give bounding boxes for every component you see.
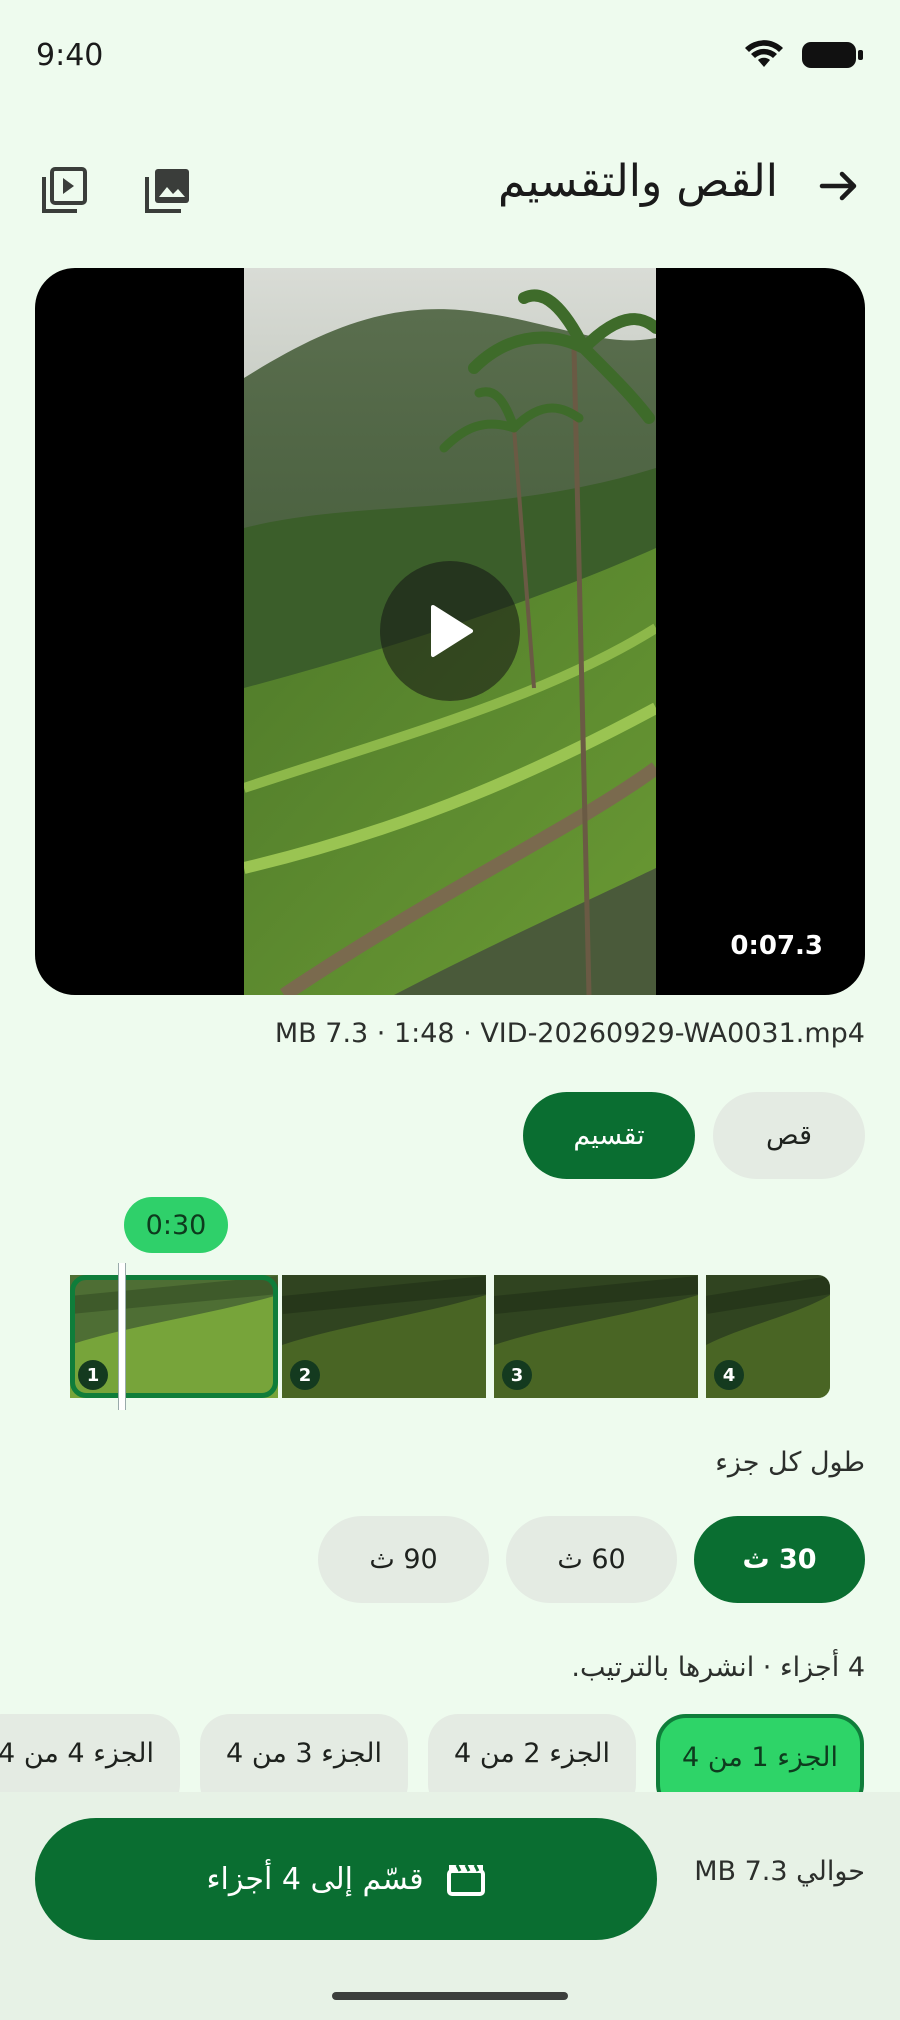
- play-icon: [431, 605, 473, 657]
- length-option-90[interactable]: 90 ث: [318, 1516, 489, 1603]
- timeline-segment[interactable]: 2: [282, 1275, 486, 1398]
- back-arrow-icon[interactable]: [812, 160, 864, 212]
- video-preview[interactable]: 0:07.3: [35, 268, 865, 995]
- part-chip-3[interactable]: الجزء 3 من 4: [200, 1714, 408, 1794]
- timeline-segment[interactable]: 3: [494, 1275, 698, 1398]
- length-option-60[interactable]: 60 ث: [506, 1516, 677, 1603]
- segment-number: 2: [290, 1360, 320, 1390]
- clapperboard-icon: [446, 1864, 485, 1896]
- playhead-time-tooltip: 0:30: [124, 1197, 228, 1253]
- gallery-icon[interactable]: [138, 160, 198, 220]
- parts-summary: 4 أجزاء · انشرها بالترتيب.: [571, 1652, 865, 1683]
- page-title: القص والتقسيم: [497, 156, 778, 207]
- part-chips-row[interactable]: الجزء 1 من 4 الجزء 2 من 4 الجزء 3 من 4 ا…: [0, 1714, 900, 1794]
- tab-trim[interactable]: قص: [713, 1092, 865, 1179]
- part-chip-1[interactable]: الجزء 1 من 4: [656, 1714, 864, 1794]
- tab-split[interactable]: تقسيم: [523, 1092, 695, 1179]
- timeline-segment[interactable]: 1: [70, 1275, 278, 1398]
- segment-number: 4: [714, 1360, 744, 1390]
- size-estimate: حوالي MB 7.3: [694, 1856, 865, 1887]
- timeline-segment[interactable]: 4: [706, 1275, 830, 1398]
- file-meta: MB 7.3 · 1:48 · VID-20260929-WA0031.mp4: [274, 1018, 865, 1049]
- battery-icon: [802, 42, 863, 68]
- video-library-icon[interactable]: [34, 160, 94, 220]
- bottom-action-bar: قسّم إلى 4 أجزاء حوالي MB 7.3: [0, 1792, 900, 2020]
- status-time: 9:40: [36, 38, 104, 73]
- split-timeline[interactable]: 1 2 3 4: [70, 1263, 830, 1410]
- status-icons: [744, 40, 864, 70]
- video-current-time: 0:07.3: [730, 931, 823, 961]
- part-chip-4[interactable]: الجزء 4 من 4: [0, 1714, 180, 1794]
- split-action-button[interactable]: قسّم إلى 4 أجزاء: [35, 1818, 657, 1940]
- length-option-30[interactable]: 30 ث: [694, 1516, 865, 1603]
- part-length-label: طول كل جزء: [715, 1447, 865, 1478]
- wifi-icon: [745, 40, 783, 67]
- play-button[interactable]: [380, 561, 520, 701]
- part-chip-2[interactable]: الجزء 2 من 4: [428, 1714, 636, 1794]
- playhead-handle[interactable]: [118, 1263, 126, 1410]
- home-indicator[interactable]: [332, 1992, 568, 2000]
- segment-number: 3: [502, 1360, 532, 1390]
- split-action-label: قسّم إلى 4 أجزاء: [206, 1861, 424, 1897]
- segment-number: 1: [78, 1360, 108, 1390]
